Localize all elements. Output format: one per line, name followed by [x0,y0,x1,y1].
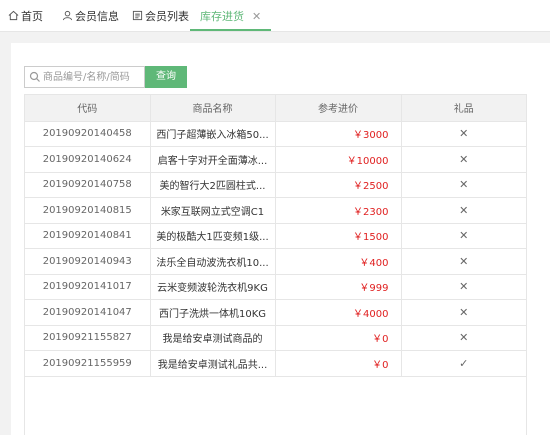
table-row[interactable]: 20190920140458 西门子超薄嵌入冰箱50... ￥3000 ✕ [25,121,526,147]
cell-name: 我是给安卓测试礼品共... [150,350,276,377]
tab-home-label: 首页 [21,10,43,23]
header-name: 商品名称 [150,95,276,122]
table-row[interactable]: 20190920140943 法乐全自动波洗衣机10... ￥400 ✕ [25,248,526,275]
cell-name: 云米变频波轮洗衣机9KG [150,274,276,300]
table-row[interactable]: 20190921155959 我是给安卓测试礼品共... ￥0 ✓ [25,350,526,377]
cell-name: 启客十字对开全面薄冰... [150,146,276,173]
tab-member-info[interactable]: 会员信息 [62,0,119,32]
tab-member-list[interactable]: 会员列表 [132,0,189,32]
cell-name: 美的智行大2匹圆柱式... [150,172,276,198]
gift-flag-icon: ✕ [401,248,526,275]
cell-name: 米家互联网立式空调C1 [150,197,276,224]
cell-price: ￥400 [275,248,402,275]
cell-price: ￥10000 [275,146,402,173]
goods-table: 代码 商品名称 参考进价 礼品 20190920140458 西门子超薄嵌入冰箱5… [24,94,527,435]
search-box [24,66,145,88]
gift-flag-icon: ✕ [401,223,526,249]
gift-flag-icon: ✕ [401,299,526,326]
gift-flag-icon: ✕ [401,197,526,224]
cell-code: 20190920140841 [25,223,151,249]
table-row[interactable]: 20190920140815 米家互联网立式空调C1 ￥2300 ✕ [25,197,526,224]
cell-code: 20190920140943 [25,248,151,275]
search-icon [29,71,40,82]
tab-inventory-purchase[interactable]: 库存进货 ✕ [190,0,272,32]
main-panel: 查询 代码 商品名称 参考进价 礼品 20190920140458西门子超薄嵌入… [11,43,550,435]
table-row[interactable]: 20190920140624 启客十字对开全面薄冰... ￥10000 ✕ [25,146,526,173]
header-code: 代码 [25,95,151,122]
close-icon[interactable]: ✕ [252,10,261,23]
tab-home[interactable]: 首页 [8,0,43,32]
header-gift: 礼品 [401,95,526,122]
cell-price: ￥2500 [275,172,402,198]
cell-code: 20190920141047 [25,299,151,326]
cell-code: 20190920140458 [25,121,151,147]
gift-flag-icon: ✕ [401,121,526,147]
cell-code: 20190921155827 [25,325,151,351]
query-button[interactable]: 查询 [145,66,187,88]
header-price: 参考进价 [275,95,402,122]
active-tab-indicator [190,29,272,31]
gift-flag-icon: ✓ [401,350,526,377]
cell-name: 法乐全自动波洗衣机10... [150,248,276,275]
tab-member-list-label: 会员列表 [145,10,189,23]
cell-name: 美的极酷大1匹变频1级... [150,223,276,249]
user-icon [62,10,73,21]
tab-inventory-purchase-label: 库存进货 [200,10,244,23]
tab-bar: 首页 会员信息 会员列表 库存进货 ✕ [0,0,550,32]
gift-flag-icon: ✕ [401,274,526,300]
table-row[interactable]: 20190920140841 美的极酷大1匹变频1级... ￥1500 ✕ [25,223,526,249]
cell-name: 西门子超薄嵌入冰箱50... [150,121,276,147]
gift-flag-icon: ✕ [401,325,526,351]
gift-flag-icon: ✕ [401,172,526,198]
table-row[interactable]: 20190920141047 西门子洗烘一体机10KG ￥4000 ✕ [25,299,526,326]
cell-code: 20190921155959 [25,350,151,377]
cell-price: ￥999 [275,274,402,300]
list-icon [132,10,143,21]
search-input[interactable] [43,67,143,87]
cell-code: 20190920140624 [25,146,151,173]
tab-member-info-label: 会员信息 [75,10,119,23]
cell-code: 20190920140758 [25,172,151,198]
home-icon [8,10,19,21]
cell-price: ￥3000 [275,121,402,147]
cell-price: ￥0 [275,325,402,351]
table-header-row: 代码 商品名称 参考进价 礼品 [25,95,526,122]
gift-flag-icon: ✕ [401,146,526,173]
cell-name: 我是给安卓测试商品的 [150,325,276,351]
cell-price: ￥0 [275,350,402,377]
cell-price: ￥2300 [275,197,402,224]
table-row[interactable]: 20190920141017 云米变频波轮洗衣机9KG ￥999 ✕ [25,274,526,300]
table-row[interactable]: 20190920140758 美的智行大2匹圆柱式... ￥2500 ✕ [25,172,526,198]
cell-price: ￥4000 [275,299,402,326]
cell-code: 20190920140815 [25,197,151,224]
cell-code: 20190920141017 [25,274,151,300]
cell-name: 西门子洗烘一体机10KG [150,299,276,326]
cell-price: ￥1500 [275,223,402,249]
table-row[interactable]: 20190921155827 我是给安卓测试商品的 ￥0 ✕ [25,325,526,351]
